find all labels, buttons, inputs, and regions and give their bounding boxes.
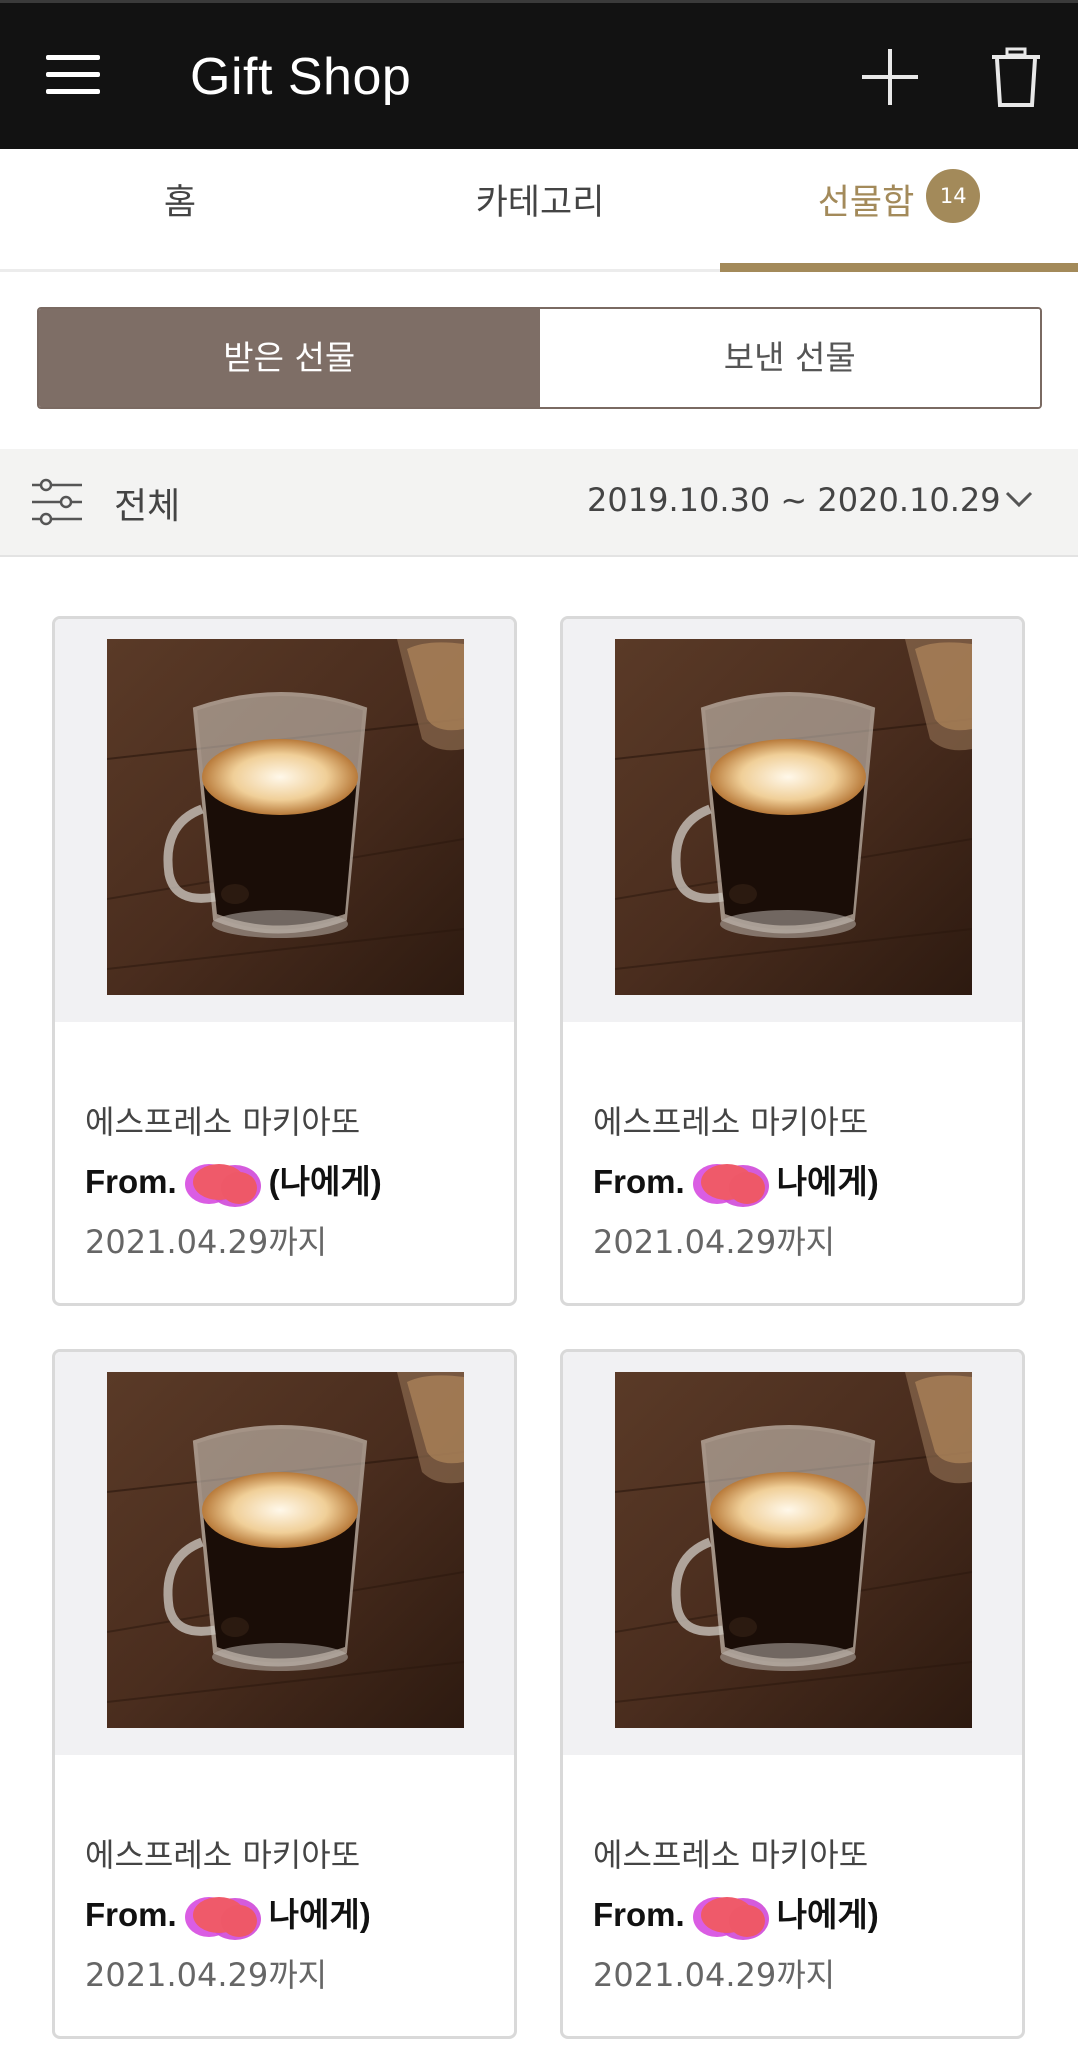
from-prefix: From. — [85, 1163, 177, 1200]
redacted-sender-name — [179, 1893, 267, 1941]
active-tab-indicator — [720, 263, 1078, 272]
gift-card[interactable]: 에스프레소 마키아또 From. (나에게) 2021.04.29까지 — [52, 616, 517, 1306]
gift-type-toggle: 받은 선물 보낸 선물 — [37, 307, 1042, 409]
gift-image-area — [55, 1352, 514, 1755]
trash-icon[interactable] — [990, 47, 1042, 109]
redacted-sender-name — [687, 1160, 775, 1208]
gift-card[interactable]: 에스프레소 마키아또 From. 나에게) 2021.04.29까지 — [560, 616, 1025, 1306]
from-prefix: From. — [593, 1163, 685, 1200]
tab-giftbox[interactable]: 선물함 14 — [720, 149, 1078, 272]
gift-sender: From. 나에게) — [593, 1155, 879, 1208]
espresso-macchiato-image — [107, 639, 464, 995]
gift-name: 에스프레소 마키아또 — [85, 1103, 361, 1141]
expiry-date: 2021.04.29까지 — [593, 1956, 836, 1994]
from-suffix: 나에게) — [776, 1896, 879, 1933]
plus-icon[interactable] — [862, 49, 918, 105]
giftbox-count-badge: 14 — [926, 169, 981, 223]
tab-home[interactable]: 홈 — [0, 149, 360, 269]
redacted-sender-name — [179, 1160, 267, 1208]
sent-gifts-button[interactable]: 보낸 선물 — [539, 309, 1040, 407]
gift-name: 에스프레소 마키아또 — [85, 1836, 361, 1874]
gift-card[interactable]: 에스프레소 마키아또 From. 나에게) 2021.04.29까지 — [52, 1349, 517, 2039]
espresso-macchiato-image — [107, 1372, 464, 1728]
tab-home-label: 홈 — [163, 183, 197, 223]
tab-giftbox-label: 선물함 — [817, 183, 915, 223]
gift-name: 에스프레소 마키아또 — [593, 1836, 869, 1874]
received-gifts-button[interactable]: 받은 선물 — [39, 309, 540, 407]
menu-icon[interactable] — [46, 55, 100, 95]
gift-sender: From. 나에게) — [593, 1888, 879, 1941]
date-range[interactable]: 2019.10.30 ~ 2020.10.29 — [587, 481, 1001, 519]
from-suffix: (나에게) — [268, 1163, 382, 1200]
gift-sender: From. (나에게) — [85, 1155, 382, 1208]
gift-image-area — [563, 1352, 1022, 1755]
redacted-sender-name — [687, 1893, 775, 1941]
expiry-date: 2021.04.29까지 — [593, 1223, 836, 1261]
from-suffix: 나에게) — [776, 1163, 879, 1200]
app-bar: Gift Shop — [0, 0, 1078, 149]
expiry-date: 2021.04.29까지 — [85, 1956, 328, 1994]
gift-image-area — [563, 619, 1022, 1022]
gift-sender: From. 나에게) — [85, 1888, 371, 1941]
gift-name: 에스프레소 마키아또 — [593, 1103, 869, 1141]
tab-category-label: 카테고리 — [475, 183, 605, 223]
chevron-down-icon[interactable] — [1004, 487, 1034, 511]
espresso-macchiato-image — [615, 639, 972, 995]
from-prefix: From. — [593, 1896, 685, 1933]
from-suffix: 나에게) — [268, 1896, 371, 1933]
espresso-macchiato-image — [615, 1372, 972, 1728]
gift-image-area — [55, 619, 514, 1022]
main-tabs: 홈 카테고리 선물함 14 — [0, 149, 1078, 272]
expiry-date: 2021.04.29까지 — [85, 1223, 328, 1261]
filter-bar: 전체 2019.10.30 ~ 2020.10.29 — [0, 449, 1078, 557]
filter-label[interactable]: 전체 — [114, 477, 180, 529]
from-prefix: From. — [85, 1896, 177, 1933]
app-title: Gift Shop — [190, 48, 412, 106]
gift-card[interactable]: 에스프레소 마키아또 From. 나에게) 2021.04.29까지 — [560, 1349, 1025, 2039]
tab-category[interactable]: 카테고리 — [360, 149, 720, 269]
filter-sliders-icon[interactable] — [30, 477, 84, 527]
